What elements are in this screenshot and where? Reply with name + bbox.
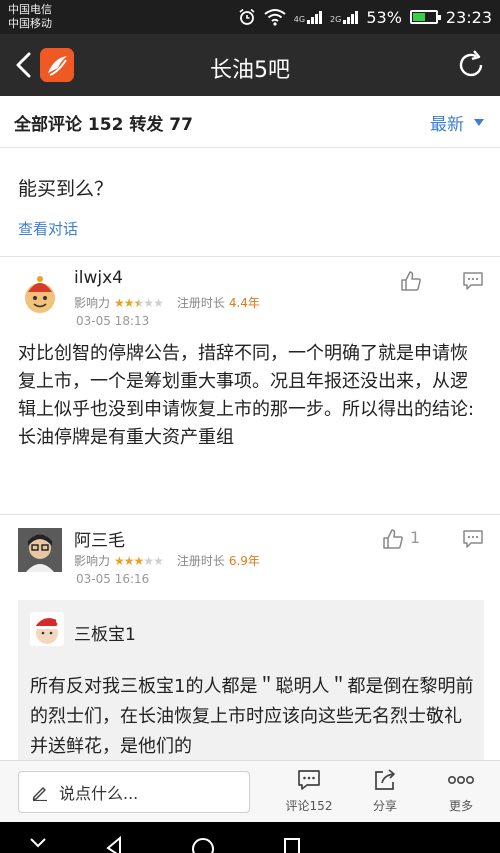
influence-label: 影响力 <box>74 554 111 568</box>
more-button-label: 更多 <box>448 799 473 813</box>
battery-percent: 53% <box>366 7 402 27</box>
sort-label: 最新 <box>430 115 464 135</box>
post-time: 03-05 18:13 <box>76 314 150 328</box>
comment-button[interactable]: 评论152 <box>278 767 340 819</box>
signal-2: 2G <box>330 10 359 24</box>
username[interactable]: 阿三毛 <box>74 526 125 551</box>
thumbs-up-icon[interactable] <box>382 528 404 550</box>
influence-label: 影响力 <box>74 296 111 310</box>
reply-icon[interactable] <box>462 270 484 292</box>
registration-age: 4.4年 <box>228 296 260 310</box>
carrier-labels: 中国电信 中国移动 <box>8 3 52 31</box>
battery-level <box>412 13 425 21</box>
signal-bars-icon <box>343 10 359 24</box>
quoted-text: 所有反对我三板宝1的人都是＂聪明人＂都是倒在黎明前的烈士们，在长油恢复上市时应该… <box>30 676 474 757</box>
share-button-label: 分享 <box>372 799 397 813</box>
comment-list[interactable]: 能买到么？ 查看对话 ilwjx4 影响力 ★★★★★ 注册时长 4.4年 03… <box>0 148 500 760</box>
user-meta: 影响力 ★★★★★ 注册时长 6.9年 <box>74 552 260 569</box>
registration-label: 注册时长 <box>176 554 225 568</box>
previous-post-text: 能买到么？ <box>18 178 114 200</box>
registration-age: 6.9年 <box>228 554 260 568</box>
quoted-avatar[interactable] <box>30 612 64 646</box>
comment-icon <box>298 770 320 790</box>
divider <box>0 256 500 257</box>
share-icon <box>375 769 395 790</box>
nav-recents-icon[interactable] <box>282 836 302 853</box>
comment-tabs-bar: 全部评论 152 转发 77 最新 <box>0 96 500 148</box>
post-time: 03-05 16:16 <box>76 572 150 586</box>
network-type-1: 4G <box>293 15 306 24</box>
quoted-username[interactable]: 三板宝1 <box>74 620 136 645</box>
quoted-comment[interactable]: 三板宝1 所有反对我三板宝1的人都是＂聪明人＂都是倒在黎明前的烈士们，在长油恢复… <box>18 600 484 760</box>
bottom-action-bar: 说点什么... 评论152 分享 更多 <box>0 760 500 822</box>
comment-placeholder: 说点什么... <box>59 784 139 803</box>
view-conversation-link[interactable]: 查看对话 <box>18 218 78 239</box>
avatar[interactable] <box>18 528 62 572</box>
wifi-icon <box>264 9 286 26</box>
alarm-icon <box>239 8 255 25</box>
divider <box>0 514 500 515</box>
carrier-2: 中国移动 <box>8 17 52 30</box>
signal-bars-icon <box>307 10 323 24</box>
nav-home-icon[interactable] <box>190 836 216 853</box>
nav-down-icon[interactable] <box>28 836 48 853</box>
status-icons: 4G 2G 53% 23:23 <box>238 0 492 34</box>
like-count: 1 <box>410 528 421 547</box>
system-nav-bar <box>0 822 500 853</box>
share-button[interactable]: 分享 <box>354 767 416 819</box>
influence-rating: ★★★★★ <box>114 295 164 310</box>
refresh-icon[interactable] <box>454 48 488 82</box>
more-button[interactable]: 更多 <box>430 767 492 819</box>
username[interactable]: ilwjx4 <box>74 268 123 288</box>
comment-repost-summary[interactable]: 全部评论 152 转发 77 <box>14 110 193 135</box>
registration-label: 注册时长 <box>176 296 225 310</box>
influence-rating: ★★★★★ <box>114 553 164 568</box>
clock: 23:23 <box>445 7 492 27</box>
comment-button-label: 评论152 <box>285 799 333 813</box>
battery-icon <box>409 10 441 24</box>
status-bar: 中国电信 中国移动 4G 2G 53% 23:23 <box>0 0 500 34</box>
user-meta: 影响力 ★★★★★ 注册时长 4.4年 <box>74 294 260 311</box>
pencil-icon <box>32 787 47 801</box>
comment-input[interactable]: 说点什么... <box>18 771 250 813</box>
thumbs-up-icon[interactable] <box>400 270 422 292</box>
comment-text: 对比创智的停牌公告，措辞不同，一个明确了就是申请恢复上市，一个是筹划重大事项。况… <box>18 343 475 448</box>
sort-dropdown[interactable]: 最新 <box>430 110 484 135</box>
title-bar: 长油5吧 <box>0 34 500 96</box>
page-title: 长油5吧 <box>210 58 290 83</box>
carrier-1: 中国电信 <box>8 3 52 16</box>
avatar[interactable] <box>18 272 62 316</box>
reply-icon[interactable] <box>462 528 484 550</box>
signal-1: 4G <box>293 10 323 24</box>
more-dots-icon <box>447 776 474 785</box>
nav-back-icon[interactable] <box>104 836 124 853</box>
network-type-2: 2G <box>330 15 342 24</box>
caret-down-icon <box>474 119 484 126</box>
